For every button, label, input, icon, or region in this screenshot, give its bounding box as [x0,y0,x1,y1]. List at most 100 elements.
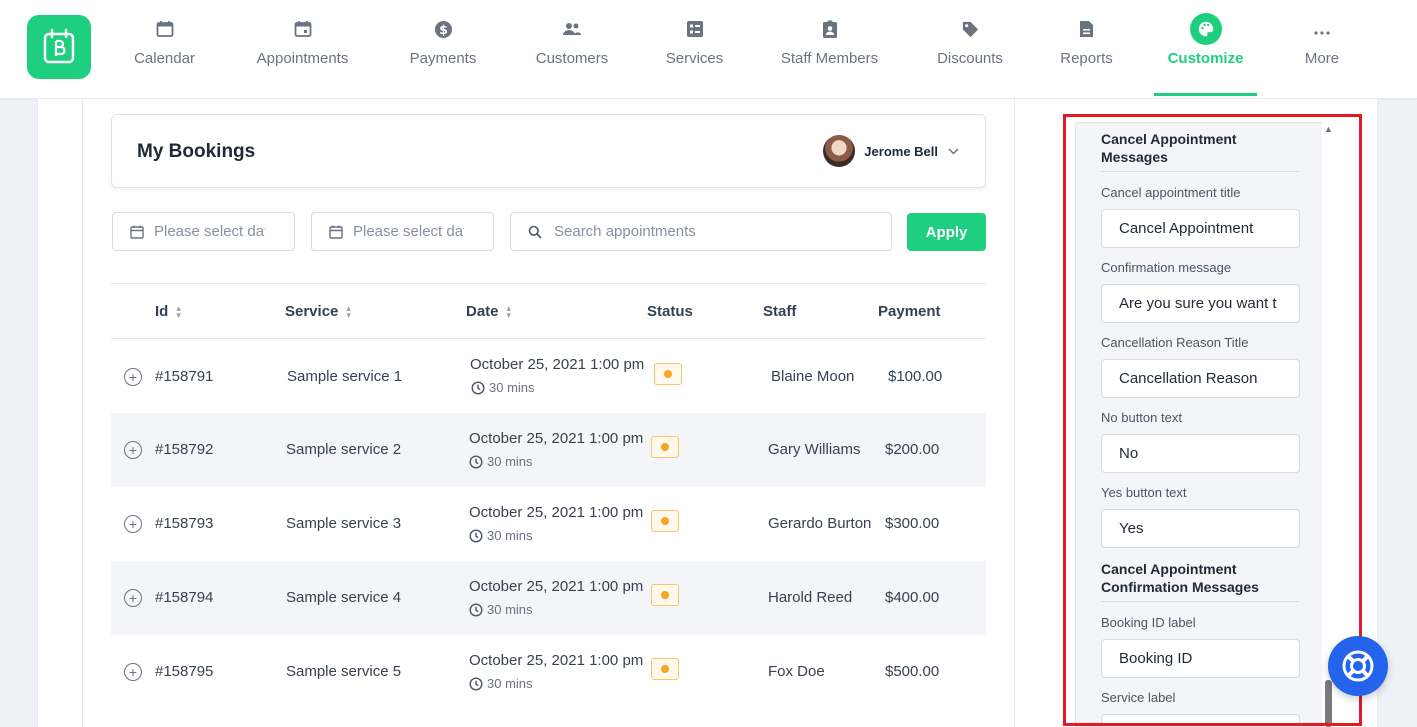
column-header-status: Status [647,303,693,320]
page-title: My Bookings [137,141,256,162]
nav-appointments[interactable]: Appointments [252,0,353,95]
nav-more[interactable]: More [1302,0,1342,95]
settings-scrollbar[interactable] [1322,122,1337,727]
nav-customize[interactable]: Customize [1154,0,1257,96]
tag-icon [958,17,982,41]
confirmation-message-input[interactable]: Are you sure you want t [1101,284,1300,323]
column-header-payment: Payment [878,303,941,320]
table-header: Id ▴ ▾ Service ▴ ▾ Date ▴ ▾ Status Staff Payme… [111,283,986,339]
scrollbar-thumb[interactable] [1325,680,1332,727]
expand-row-icon[interactable]: + [124,441,142,459]
nav-reports[interactable]: Reports [1059,0,1114,95]
app-logo[interactable] [27,15,91,79]
booking-duration: 30 mins [469,602,533,617]
clock-icon [471,380,485,395]
nav-label: Services [665,50,724,67]
section-title-cancel-messages: Cancel Appointment Messages [1101,131,1237,165]
bookings-header-card: My Bookings Jerome Bell [111,114,986,188]
staff-name: Gary Williams [768,441,861,458]
nav-calendar[interactable]: Calendar [131,0,198,95]
booking-id-label-input[interactable]: Booking ID [1101,639,1300,678]
column-label: Id [155,303,169,320]
booking-duration: 30 mins [471,380,535,395]
apply-button[interactable]: Apply [907,213,986,251]
table-row[interactable]: + #158792 Sample service 2 October 25, 2… [111,413,986,487]
logo-icon [43,28,75,64]
column-header-service[interactable]: Service ▴ ▾ [285,303,351,320]
column-header-date[interactable]: Date ▴ ▾ [466,303,511,320]
expand-row-icon[interactable]: + [124,515,142,533]
clock-icon [469,676,483,691]
booking-duration: 30 mins [469,676,533,691]
payment-amount: $200.00 [885,441,940,458]
service-label-input[interactable] [1101,714,1300,726]
nav-label: More [1304,50,1340,67]
ellipsis-icon [1310,21,1334,45]
expand-row-icon[interactable]: + [124,368,142,386]
date-from-input[interactable]: Please select date [112,212,295,251]
field-label: Cancellation Reason Title [1101,335,1249,350]
table-row[interactable]: + #158795 Sample service 5 October 25, 2… [111,635,986,709]
status-badge [651,436,679,458]
booking-id: #158794 [155,589,214,606]
clock-icon [469,528,483,543]
help-button[interactable] [1328,636,1388,696]
cancellation-reason-input[interactable]: Cancellation Reason [1101,359,1300,398]
nav-label: Payments [409,50,477,67]
sort-icon: ▴ ▾ [176,302,181,320]
lifebuoy-icon [1342,650,1374,682]
field-label: Service label [1101,690,1176,705]
avatar [823,135,856,167]
staff-name: Gerardo Burton [768,515,872,532]
date-to-placeholder: Please select date [353,223,464,240]
customize-settings-panel: Cancel Appointment Messages Cancel appoi… [1075,122,1337,727]
column-label: Status [647,303,693,320]
yes-button-text-input[interactable]: Yes [1101,509,1300,548]
search-placeholder: Search appointments [554,223,696,240]
booking-duration: 30 mins [469,528,533,543]
staff-name: Fox Doe [768,663,825,680]
dollar-icon: $ [431,17,455,41]
scroll-up-icon[interactable]: ▲ [1324,124,1334,134]
column-label: Date [466,303,499,320]
appointment-icon [291,17,315,41]
clock-icon [469,602,483,617]
nav-staff-members[interactable]: Staff Members [778,0,881,95]
table-row[interactable]: + #158791 Sample service 1 October 25, 2… [111,339,986,413]
sort-icon: ▴ ▾ [506,302,512,320]
status-badge [654,363,682,385]
nav-customers[interactable]: Customers [533,0,611,95]
booking-id: #158795 [155,663,214,680]
expand-row-icon[interactable]: + [124,589,142,607]
status-badge [651,584,679,606]
report-icon [1075,17,1099,41]
no-button-text-input[interactable]: No [1101,434,1300,473]
service-name: Sample service 2 [286,441,402,458]
nav-discounts[interactable]: Discounts [935,0,1005,95]
field-label: No button text [1101,410,1182,425]
nav-label: Discounts [937,50,1003,67]
nav-payments[interactable]: $ Payments [407,0,479,95]
nav-services[interactable]: Services [665,0,724,95]
booking-id: #158791 [155,368,214,385]
column-label: Service [285,303,339,320]
calendar-icon [130,225,144,239]
nav-label: Staff Members [780,50,879,67]
search-input[interactable]: Search appointments [510,212,892,251]
svg-text:$: $ [439,22,448,36]
service-name: Sample service 1 [287,368,403,385]
date-to-input[interactable]: Please select date [311,212,494,251]
table-row[interactable]: + #158793 Sample service 3 October 25, 2… [111,487,986,561]
column-header-staff: Staff [763,303,796,320]
column-label: Payment [878,303,941,320]
column-header-id[interactable]: Id ▴ ▾ [155,303,181,320]
status-badge [651,658,679,680]
user-menu[interactable]: Jerome Bell [823,135,959,167]
nav-label: Reports [1060,50,1113,67]
cancel-title-input[interactable]: Cancel Appointment [1101,209,1300,248]
payment-amount: $500.00 [885,663,940,680]
palette-icon [1189,13,1222,45]
expand-row-icon[interactable]: + [124,663,142,681]
table-row[interactable]: + #158794 Sample service 4 October 25, 2… [111,561,986,635]
sort-icon: ▴ ▾ [346,302,351,320]
